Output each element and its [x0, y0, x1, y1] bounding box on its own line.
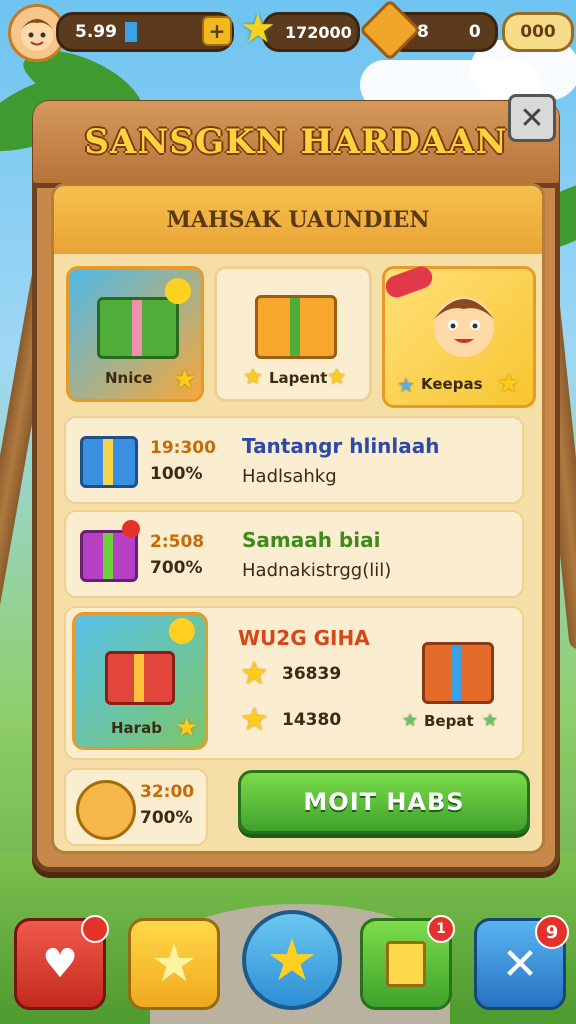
- star-icon: ★: [397, 373, 415, 397]
- reward-title: Samaah biai: [242, 528, 381, 552]
- gold-extra-value: 0: [468, 22, 481, 42]
- nav-heart-button[interactable]: ♥: [14, 915, 109, 1010]
- subtitle-banner: MAHSAK UAUNDIEN: [54, 186, 542, 254]
- featured-stat-2: 14380: [282, 710, 342, 730]
- card-label: Lapent: [269, 369, 328, 387]
- reward-title: Tantangr hlinlaah: [242, 434, 440, 458]
- notification-badge: [81, 915, 109, 943]
- book-icon: [386, 941, 426, 987]
- star-icon: ★: [402, 710, 419, 731]
- panel-title-bar: SANSGKN HARDAAN: [33, 101, 559, 188]
- star-icon: ★: [240, 654, 269, 692]
- star-icon: ★: [150, 934, 198, 994]
- reward-subtitle: Hadnakistrgg(lil): [242, 560, 392, 581]
- panel-title: SANSGKN HARDAAN: [84, 122, 508, 162]
- gift-box-icon: [422, 642, 494, 704]
- panel-subtitle: MAHSAK UAUNDIEN: [166, 207, 430, 233]
- coin-icon: ●: [167, 609, 197, 649]
- star-icon: ★: [327, 365, 347, 390]
- reward-amount: 2:508: [150, 532, 205, 552]
- reward-card-nnice[interactable]: ● Nnice ★: [66, 266, 204, 402]
- nav-book-button[interactable]: 1: [360, 915, 455, 1010]
- panel-content: MAHSAK UAUNDIEN ● Nnice ★ ★ Lapent ★ ★ K…: [51, 183, 545, 854]
- add-level-button[interactable]: +: [202, 16, 232, 46]
- notification-badge: 1: [427, 915, 455, 943]
- close-button[interactable]: ✕: [508, 94, 556, 142]
- reward-panel: SANSGKN HARDAAN MAHSAK UAUNDIEN ● Nnice …: [32, 100, 560, 872]
- featured-stat-1: 36839: [282, 664, 342, 684]
- gold-value: 8: [417, 22, 429, 42]
- gems-value: 000: [520, 22, 556, 42]
- nav-star-button[interactable]: ★: [128, 918, 220, 1010]
- nav-home-button[interactable]: ★: [242, 910, 342, 1010]
- nav-tools-button[interactable]: ✕ 9: [474, 915, 569, 1010]
- star-face-icon: ★: [266, 926, 318, 994]
- star-icon: ★: [243, 365, 263, 390]
- star-icon: ★: [497, 369, 521, 399]
- card-label: Nnice: [105, 369, 153, 387]
- reward-percent: 100%: [150, 464, 203, 484]
- stars-bar: 172000: [262, 12, 360, 52]
- featured-reward-row[interactable]: ● Harab ★ WU2G GIHA ★ 36839 ★ 14380 ★ Be…: [64, 606, 524, 760]
- character-face-icon: [434, 297, 494, 357]
- stars-value: 172000: [285, 22, 352, 42]
- heart-icon: ♥: [42, 941, 78, 987]
- gift-box-icon: [105, 651, 175, 705]
- star-icon: ★: [173, 365, 197, 395]
- character-coin-icon: [76, 780, 136, 840]
- reward-card-lapent[interactable]: ★ Lapent ★: [214, 266, 372, 402]
- reward-row[interactable]: 19:300 100% Tantangr hlinlaah Hadlsahkg: [64, 416, 524, 504]
- gift-box-icon: [80, 436, 138, 488]
- gift-label: Bepat: [424, 712, 474, 730]
- bonus-amount: 32:00: [140, 782, 195, 802]
- bonus-percent: 700%: [140, 808, 193, 828]
- notification-badge: 9: [535, 915, 569, 949]
- level-value: 5.99: [75, 22, 117, 42]
- card-label: Keepas: [421, 375, 483, 393]
- featured-title: WU2G GIHA: [238, 626, 370, 650]
- tools-icon: ✕: [501, 938, 539, 990]
- notification-dot: [122, 520, 140, 538]
- reward-card-keepas[interactable]: ★ Keepas ★: [382, 263, 536, 408]
- reward-amount: 19:300: [150, 438, 216, 458]
- reward-row[interactable]: 2:508 700% Samaah biai Hadnakistrgg(lil): [64, 510, 524, 598]
- coin-icon: ●: [163, 269, 193, 309]
- reward-subtitle: Hadlsahkg: [242, 466, 337, 487]
- star-icon: ★: [175, 713, 199, 743]
- level-progress: [124, 22, 137, 42]
- gems-bar[interactable]: 000: [502, 12, 574, 52]
- collect-button[interactable]: MOIT HABS: [238, 770, 530, 834]
- star-icon: ★: [240, 6, 276, 52]
- star-icon: ★: [482, 710, 499, 731]
- featured-card[interactable]: ● Harab ★: [72, 609, 208, 750]
- card-label: Harab: [111, 719, 162, 737]
- star-icon: ★: [240, 700, 269, 738]
- bonus-row: 32:00 700%: [64, 768, 208, 846]
- reward-percent: 700%: [150, 558, 203, 578]
- gift-box-icon: [255, 295, 337, 359]
